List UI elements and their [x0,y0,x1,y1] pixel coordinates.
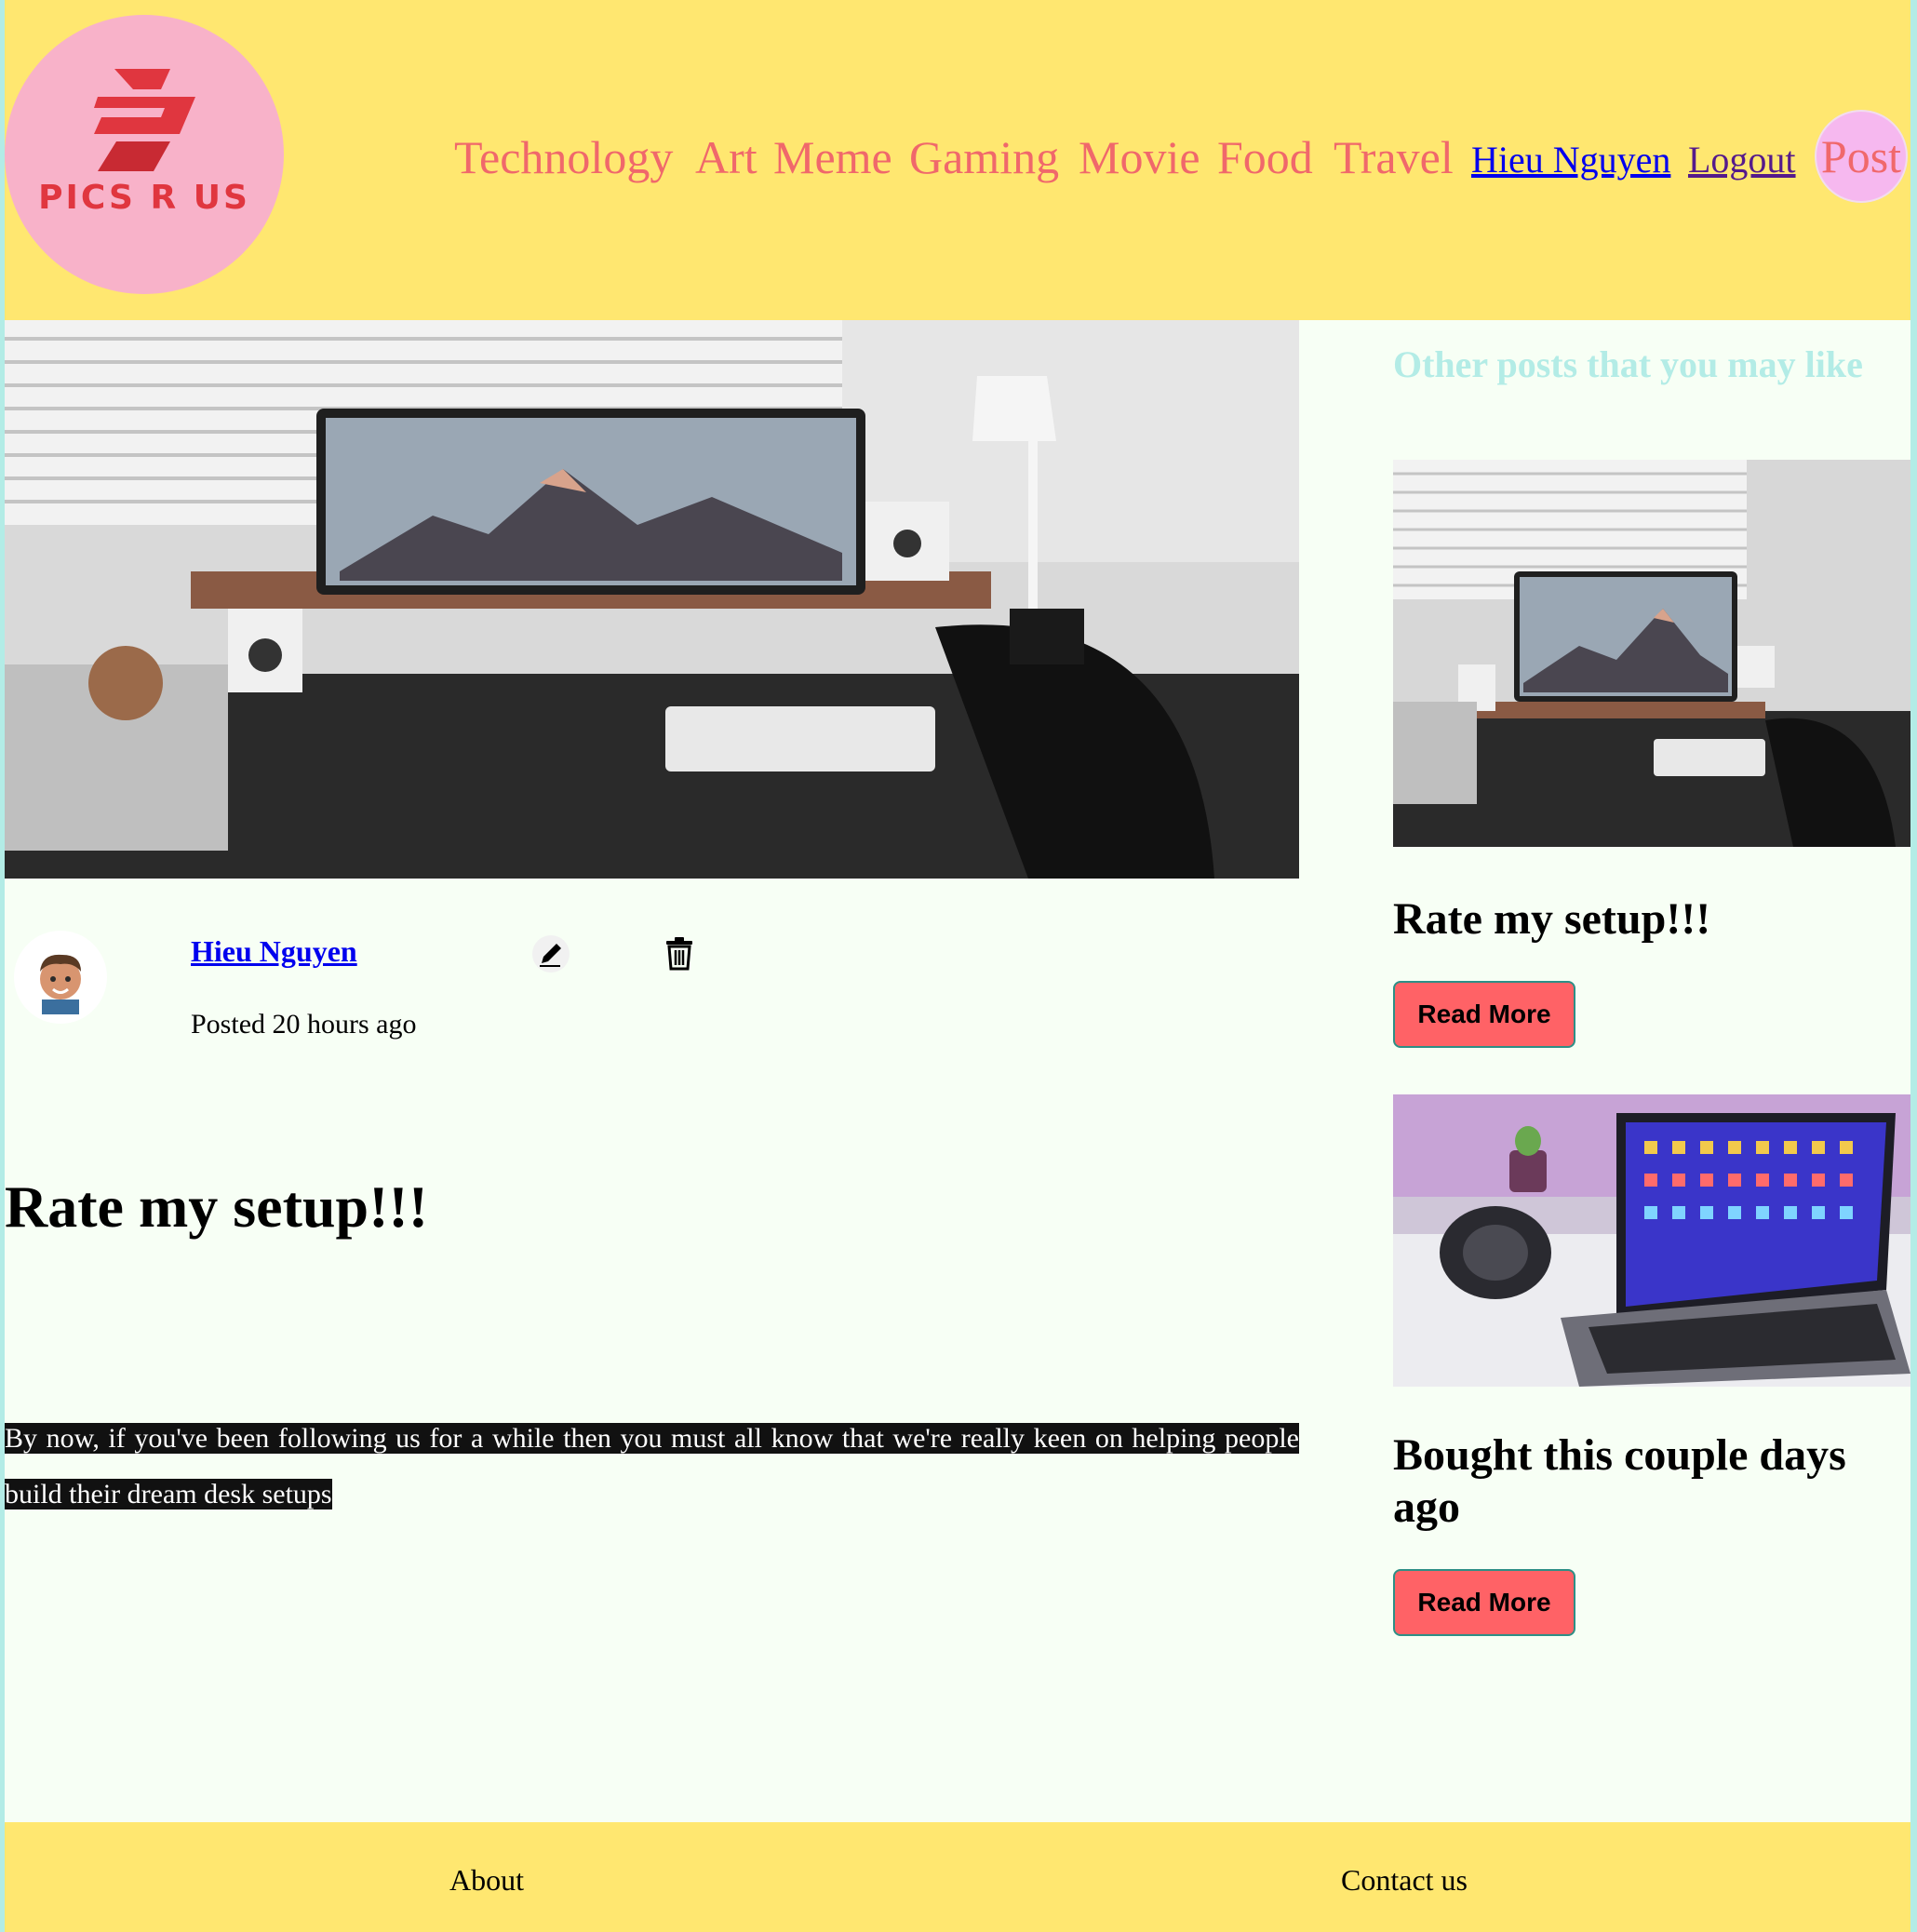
sidebar-post-image[interactable] [1393,460,1910,847]
posted-time: Posted 20 hours ago [191,1009,417,1040]
read-more-button[interactable]: Read More [1393,981,1575,1048]
header: PICS R US Technology Art Meme Gaming Mov… [5,0,1910,320]
footer-about-link[interactable]: About [449,1863,524,1898]
nav-art[interactable]: Art [695,130,757,184]
sidebar-heading: Other posts that you may like [1393,343,1863,385]
desk-setup-thumbnail-icon [1393,460,1910,847]
laptop-thumbnail-icon [1393,1094,1910,1387]
author-link[interactable]: Hieu Nguyen [191,934,357,969]
logo-mark-icon [94,69,195,171]
sidebar-post-title: Rate my setup!!! [1393,894,1711,944]
logo[interactable]: PICS R US [5,15,284,294]
page: PICS R US Technology Art Meme Gaming Mov… [5,0,1910,1932]
post-image [5,320,1299,879]
footer-contact-link[interactable]: Contact us [1341,1863,1468,1898]
read-more-button[interactable]: Read More [1393,1569,1575,1636]
nav-travel[interactable]: Travel [1334,130,1454,184]
sidebar-post-title: Bought this couple days ago [1393,1430,1846,1532]
edit-pencil-icon[interactable] [530,933,571,974]
delete-trash-icon[interactable] [659,932,700,973]
avatar-memoji-icon [40,954,81,1014]
avatar [14,931,107,1024]
post-body-text: By now, if you've been following us for … [5,1423,1299,1509]
nav-meme[interactable]: Meme [773,130,892,184]
post-button[interactable]: Post [1815,110,1908,203]
sidebar-post-image[interactable] [1393,1094,1910,1387]
nav-technology[interactable]: Technology [454,130,673,184]
desk-setup-photo-icon [5,320,1299,879]
footer: About Contact us [5,1822,1910,1932]
user-profile-link[interactable]: Hieu Nguyen [1471,138,1670,181]
post-title: Rate my setup!!! [5,1174,428,1240]
logout-link[interactable]: Logout [1688,138,1796,181]
nav-food[interactable]: Food [1217,130,1313,184]
nav-movie[interactable]: Movie [1079,130,1200,184]
post-body: By now, if you've been following us for … [5,1411,1299,1523]
nav-gaming[interactable]: Gaming [909,130,1059,184]
logo-text: PICS R US [38,179,250,217]
